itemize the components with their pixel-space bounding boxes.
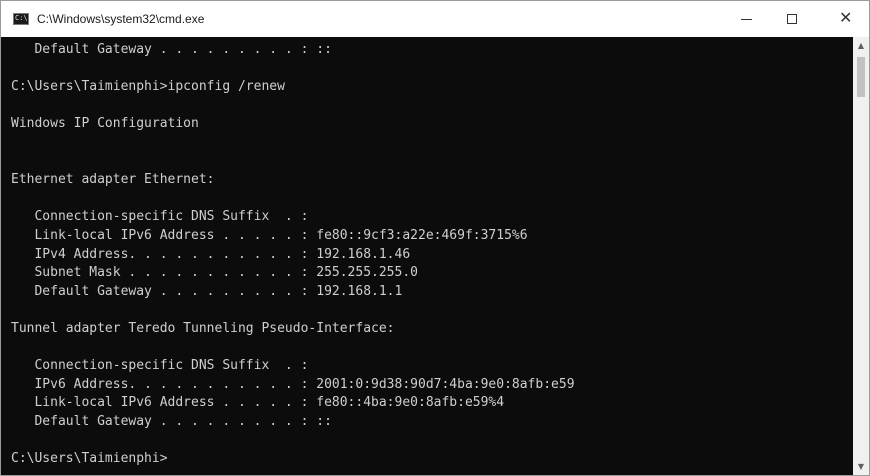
scroll-up-icon[interactable]: ▲ — [853, 37, 869, 54]
scroll-down-icon[interactable]: ▼ — [853, 458, 869, 475]
console-line: IPv6 Address. . . . . . . . . . . : 2001… — [11, 376, 575, 392]
console-line: Default Gateway . . . . . . . . . : :: — [11, 413, 332, 429]
console-line: Link-local IPv6 Address . . . . . : fe80… — [11, 227, 528, 243]
console-line: C:\Users\Taimienphi> — [11, 451, 168, 467]
maximize-button[interactable] — [769, 1, 815, 37]
console-line: Default Gateway . . . . . . . . . : :: — [11, 42, 332, 57]
console-text: Default Gateway . . . . . . . . . : :: C… — [11, 41, 575, 469]
console-icon[interactable]: C:\ — [13, 13, 29, 25]
console-output[interactable]: Default Gateway . . . . . . . . . : :: C… — [1, 37, 853, 475]
title-bar[interactable]: C:\ C:\Windows\system32\cmd.exe ✕ — [1, 1, 869, 37]
vertical-scrollbar[interactable]: ▲ ▼ — [853, 37, 869, 475]
console-line: Subnet Mask . . . . . . . . . . . : 255.… — [11, 265, 418, 281]
close-icon: ✕ — [839, 8, 853, 27]
console-line: Connection-specific DNS Suffix . : — [11, 209, 309, 225]
window-title: C:\Windows\system32\cmd.exe — [37, 12, 205, 26]
console-line: Connection-specific DNS Suffix . : — [11, 358, 309, 374]
maximize-icon — [787, 14, 797, 24]
console-line: Ethernet adapter Ethernet: — [11, 172, 215, 188]
minimize-icon — [741, 19, 752, 20]
close-button[interactable]: ✕ — [823, 1, 869, 37]
console-line: Default Gateway . . . . . . . . . : 192.… — [11, 283, 403, 299]
console-line: Link-local IPv6 Address . . . . . : fe80… — [11, 395, 505, 411]
minimize-button[interactable] — [723, 1, 769, 37]
scroll-thumb[interactable] — [857, 57, 865, 97]
console-line: Tunnel adapter Teredo Tunneling Pseudo-I… — [11, 320, 395, 336]
cmd-window: C:\ C:\Windows\system32\cmd.exe ✕ Defaul… — [0, 0, 870, 476]
console-line: Windows IP Configuration — [11, 116, 199, 132]
console-line: C:\Users\Taimienphi>ipconfig /renew — [11, 79, 285, 95]
console-icon-glyph: C:\ — [15, 14, 28, 22]
console-line: IPv4 Address. . . . . . . . . . . : 192.… — [11, 246, 411, 262]
